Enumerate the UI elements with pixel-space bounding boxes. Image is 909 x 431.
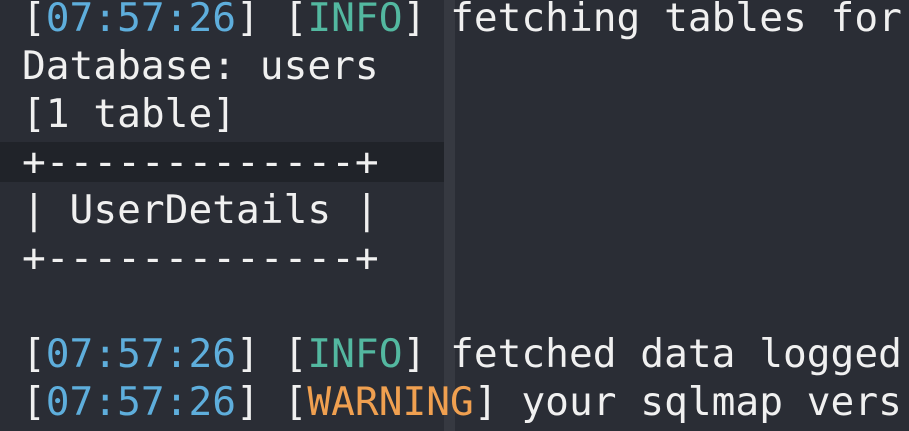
- timestamp: 07:57:26: [45, 331, 237, 377]
- bracket: ] [: [236, 379, 308, 425]
- table-border-top: +-------------+: [22, 139, 379, 185]
- bracket: ] [: [236, 331, 308, 377]
- log-level-info: INFO: [307, 331, 403, 377]
- bracket: ]: [402, 331, 451, 377]
- timestamp: 07:57:26: [45, 379, 237, 425]
- log-message: fetched data logged: [450, 331, 902, 377]
- log-message: fetching tables for: [450, 0, 902, 41]
- bracket: [: [22, 379, 46, 425]
- table-count: [1 table]: [22, 91, 237, 137]
- log-line-info-fetched-data: [07:57:26] [INFO] fetched data logged: [22, 330, 902, 378]
- log-level-warning: WARNING: [307, 379, 474, 425]
- bracket: [: [22, 0, 46, 41]
- log-level-info: INFO: [307, 0, 403, 41]
- terminal-window[interactable]: [07:57:26] [INFO] fetching tables for Da…: [0, 0, 909, 431]
- bracket: ]: [402, 0, 451, 41]
- log-line-warning-version: [07:57:26] [WARNING] your sqlmap vers: [22, 378, 902, 426]
- log-line-info-fetching-tables: [07:57:26] [INFO] fetching tables for: [22, 0, 902, 42]
- table-name-row: | UserDetails |: [22, 187, 379, 233]
- log-message: your sqlmap vers: [521, 379, 902, 425]
- bracket: ]: [473, 379, 522, 425]
- timestamp: 07:57:26: [45, 0, 237, 41]
- table-border-bottom: +-------------+: [22, 235, 379, 281]
- database-label: Database: users: [22, 43, 379, 89]
- bracket: ] [: [236, 0, 308, 41]
- bracket: [: [22, 331, 46, 377]
